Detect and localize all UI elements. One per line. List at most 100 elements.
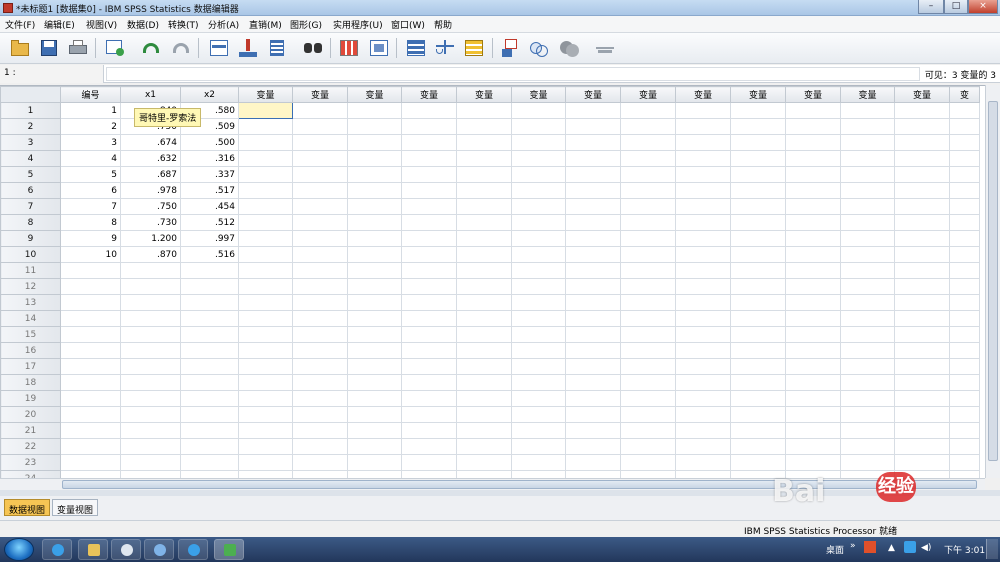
data-cell[interactable] xyxy=(785,294,841,311)
data-cell[interactable] xyxy=(894,454,950,471)
data-cell[interactable] xyxy=(347,118,402,135)
data-cell[interactable] xyxy=(675,198,731,215)
data-cell[interactable] xyxy=(511,422,566,439)
data-cell[interactable] xyxy=(730,422,786,439)
data-cell[interactable] xyxy=(401,118,457,135)
data-cell[interactable] xyxy=(60,342,121,359)
data-cell[interactable]: 5 xyxy=(60,166,121,183)
data-cell[interactable] xyxy=(347,230,402,247)
row-number[interactable]: 6 xyxy=(0,182,61,199)
row-number[interactable]: 14 xyxy=(0,310,61,327)
data-cell[interactable] xyxy=(292,214,348,231)
data-cell[interactable] xyxy=(840,214,895,231)
goto-case-icon[interactable] xyxy=(208,37,230,59)
data-cell[interactable] xyxy=(949,102,980,119)
data-cell[interactable] xyxy=(401,374,457,391)
row-number[interactable]: 24 xyxy=(0,470,61,478)
data-cell[interactable] xyxy=(238,198,293,215)
data-cell[interactable] xyxy=(401,454,457,471)
data-cell[interactable] xyxy=(60,326,121,343)
data-cell[interactable] xyxy=(347,134,402,151)
data-cell[interactable] xyxy=(511,230,566,247)
row-number[interactable]: 7 xyxy=(0,198,61,215)
tab-variable-view[interactable]: 变量视图 xyxy=(52,499,99,516)
data-cell[interactable] xyxy=(238,406,293,423)
data-cell[interactable] xyxy=(180,326,239,343)
data-cell[interactable] xyxy=(894,438,950,455)
data-cell[interactable] xyxy=(292,102,348,119)
open-icon[interactable] xyxy=(9,37,31,59)
data-cell[interactable] xyxy=(511,326,566,343)
data-cell[interactable] xyxy=(620,342,676,359)
maximize-button[interactable]: □ xyxy=(944,0,968,14)
data-cell[interactable] xyxy=(894,198,950,215)
data-cell[interactable] xyxy=(180,278,239,295)
data-cell[interactable]: 2 xyxy=(60,118,121,135)
data-cell[interactable] xyxy=(785,150,841,167)
data-cell[interactable] xyxy=(180,262,239,279)
data-cell[interactable] xyxy=(60,390,121,407)
data-cell[interactable]: 3 xyxy=(60,134,121,151)
data-cell[interactable] xyxy=(894,374,950,391)
data-cell[interactable] xyxy=(511,342,566,359)
data-cell[interactable] xyxy=(401,326,457,343)
data-cell[interactable] xyxy=(675,246,731,263)
show-all-variables-icon[interactable] xyxy=(558,37,580,59)
row-number[interactable]: 17 xyxy=(0,358,61,375)
data-cell[interactable] xyxy=(565,294,621,311)
data-cell[interactable] xyxy=(840,326,895,343)
column-header-empty-var[interactable]: 变 xyxy=(949,86,980,103)
clock[interactable]: 下午 3:01 xyxy=(944,543,985,556)
data-cell[interactable]: .730 xyxy=(120,214,181,231)
data-cell[interactable] xyxy=(620,454,676,471)
data-cell[interactable] xyxy=(292,422,348,439)
data-cell[interactable] xyxy=(120,358,181,375)
data-cell[interactable] xyxy=(949,470,980,478)
data-cell[interactable] xyxy=(620,326,676,343)
data-cell[interactable] xyxy=(347,102,402,119)
start-button[interactable] xyxy=(4,538,34,561)
data-cell[interactable] xyxy=(675,134,731,151)
column-header-empty-var[interactable]: 变量 xyxy=(292,86,348,103)
data-cell[interactable] xyxy=(511,166,566,183)
data-cell[interactable] xyxy=(456,166,512,183)
data-cell[interactable] xyxy=(894,246,950,263)
data-cell[interactable] xyxy=(949,390,980,407)
tray-up-arrow-icon[interactable]: ▲ xyxy=(888,543,895,553)
data-cell[interactable] xyxy=(60,438,121,455)
data-cell[interactable] xyxy=(565,166,621,183)
data-cell[interactable] xyxy=(620,246,676,263)
data-cell[interactable] xyxy=(456,118,512,135)
data-cell[interactable] xyxy=(675,422,731,439)
row-number[interactable]: 4 xyxy=(0,150,61,167)
data-cell[interactable] xyxy=(840,406,895,423)
data-cell[interactable] xyxy=(840,454,895,471)
data-cell[interactable] xyxy=(949,262,980,279)
row-number[interactable]: 20 xyxy=(0,406,61,423)
data-cell[interactable] xyxy=(511,118,566,135)
vertical-scrollbar[interactable] xyxy=(985,85,1000,478)
data-cell[interactable] xyxy=(565,422,621,439)
data-cell[interactable] xyxy=(620,470,676,478)
column-header-empty-var[interactable]: 变量 xyxy=(785,86,841,103)
data-cell[interactable] xyxy=(180,374,239,391)
data-cell[interactable] xyxy=(894,406,950,423)
data-cell[interactable] xyxy=(565,358,621,375)
data-cell[interactable] xyxy=(292,310,348,327)
data-cell[interactable] xyxy=(60,406,121,423)
data-cell[interactable] xyxy=(894,262,950,279)
data-cell[interactable] xyxy=(730,374,786,391)
data-cell[interactable] xyxy=(401,294,457,311)
data-cell[interactable] xyxy=(120,326,181,343)
data-cell[interactable] xyxy=(347,390,402,407)
data-cell[interactable] xyxy=(511,406,566,423)
data-cell[interactable] xyxy=(949,358,980,375)
taskbar-spss-icon[interactable] xyxy=(214,539,244,560)
column-header-empty-var[interactable]: 变量 xyxy=(620,86,676,103)
data-cell[interactable] xyxy=(238,390,293,407)
data-cell[interactable] xyxy=(840,294,895,311)
weight-cases-icon[interactable] xyxy=(434,37,456,59)
redo-icon[interactable] xyxy=(170,37,192,59)
data-cell[interactable] xyxy=(620,262,676,279)
data-cell[interactable] xyxy=(894,358,950,375)
